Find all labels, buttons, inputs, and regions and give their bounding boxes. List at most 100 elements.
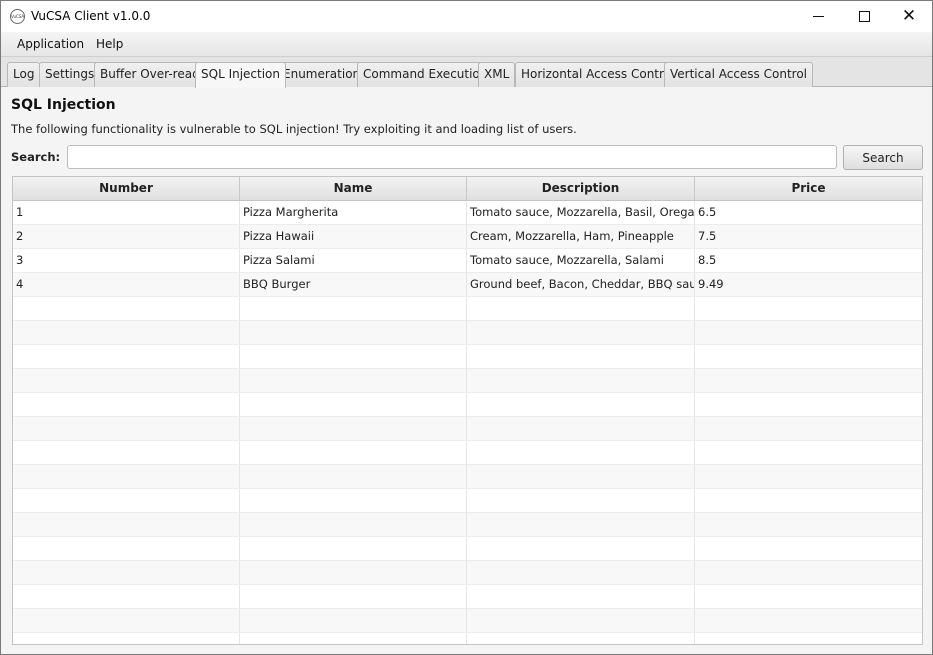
cell-name — [240, 489, 467, 512]
close-button[interactable]: ✕ — [886, 1, 932, 32]
cell-name — [240, 465, 467, 488]
cell-name — [240, 345, 467, 368]
column-header-number[interactable]: Number — [13, 177, 240, 200]
cell-number — [13, 321, 240, 344]
cell-number — [13, 441, 240, 464]
cell-description: Ground beef, Bacon, Cheddar, BBQ sauc... — [467, 273, 695, 296]
menu-bar: Application Help — [1, 32, 932, 57]
tab-buffer-over-read[interactable]: Buffer Over-read — [94, 62, 206, 87]
search-input[interactable] — [67, 145, 837, 169]
menu-application[interactable]: Application — [17, 37, 84, 51]
cell-number — [13, 345, 240, 368]
search-button[interactable]: Search — [843, 145, 923, 170]
cell-name — [240, 561, 467, 584]
table-row[interactable]: 4 BBQ Burger Ground beef, Bacon, Cheddar, … — [13, 273, 922, 297]
empty-table-row[interactable] — [13, 513, 922, 537]
column-header-description[interactable]: Description — [467, 177, 695, 200]
empty-table-row[interactable] — [13, 489, 922, 513]
cell-number: 1 — [13, 201, 240, 224]
empty-table-row[interactable] — [13, 465, 922, 489]
empty-table-row[interactable] — [13, 393, 922, 417]
cell-description — [467, 465, 695, 488]
tab-command-execution[interactable]: Command Execution — [357, 62, 494, 87]
cell-number: 3 — [13, 249, 240, 272]
cell-number — [13, 513, 240, 536]
tab-xml[interactable]: XML — [478, 62, 516, 87]
cell-description — [467, 393, 695, 416]
cell-description — [467, 489, 695, 512]
table-row[interactable]: 3 Pizza Salami Tomato sauce, Mozzarella, S… — [13, 249, 922, 273]
cell-name — [240, 297, 467, 320]
cell-name: Pizza Hawaii — [240, 225, 467, 248]
cell-price — [695, 417, 922, 440]
tab-bar: Log Settings Buffer Over-read SQL Inject… — [1, 57, 932, 88]
empty-table-row[interactable] — [13, 561, 922, 585]
cell-price — [695, 561, 922, 584]
empty-table-row[interactable] — [13, 585, 922, 609]
tab-vertical-access-control[interactable]: Vertical Access Control — [664, 62, 814, 87]
cell-number — [13, 369, 240, 392]
cell-name — [240, 633, 467, 644]
cell-name — [240, 513, 467, 536]
cell-description — [467, 633, 695, 644]
table-row[interactable]: 1 Pizza Margherita Tomato sauce, Mozzarell… — [13, 201, 922, 225]
cell-description — [467, 585, 695, 608]
cell-name — [240, 369, 467, 392]
cell-description: Cream, Mozzarella, Ham, Pineapple — [467, 225, 695, 248]
empty-table-row[interactable] — [13, 609, 922, 633]
cell-price — [695, 585, 922, 608]
empty-table-row[interactable] — [13, 633, 922, 644]
cell-description — [467, 513, 695, 536]
minimize-button[interactable] — [795, 1, 841, 32]
cell-price — [695, 537, 922, 560]
sql-injection-panel: SQL Injection The following functionalit… — [1, 87, 932, 654]
cell-name — [240, 537, 467, 560]
cell-name: BBQ Burger — [240, 273, 467, 296]
cell-price — [695, 489, 922, 512]
cell-price: 9.49 — [698, 277, 724, 291]
tab-log[interactable]: Log — [7, 62, 41, 87]
tab-settings[interactable]: Settings — [39, 62, 101, 87]
column-header-name[interactable]: Name — [240, 177, 467, 200]
cell-price: 8.5 — [698, 253, 717, 267]
tab-enumeration[interactable]: Enumeration — [277, 62, 367, 87]
cell-price — [695, 369, 922, 392]
cell-number — [13, 585, 240, 608]
empty-table-row[interactable] — [13, 441, 922, 465]
empty-table-row[interactable] — [13, 417, 922, 441]
empty-table-row[interactable] — [13, 369, 922, 393]
empty-table-row[interactable] — [13, 345, 922, 369]
panel-heading: SQL Injection — [11, 97, 116, 113]
table-row[interactable]: 2 Pizza Hawaii Cream, Mozzarella, Ham, Pin… — [13, 225, 922, 249]
cell-name: Pizza Salami — [240, 249, 467, 272]
cell-price — [695, 321, 922, 344]
cell-number — [13, 465, 240, 488]
empty-table-row[interactable] — [13, 321, 922, 345]
menu-help[interactable]: Help — [96, 37, 123, 51]
tab-sql-injection[interactable]: SQL Injection — [195, 62, 287, 88]
maximize-button[interactable] — [841, 1, 887, 32]
cell-description — [467, 441, 695, 464]
column-header-price[interactable]: Price — [695, 177, 922, 200]
cell-name — [240, 585, 467, 608]
empty-table-row[interactable] — [13, 297, 922, 321]
cell-number: 4 — [13, 273, 240, 296]
cell-number — [13, 417, 240, 440]
cell-number: 2 — [13, 225, 240, 248]
cell-description — [467, 417, 695, 440]
close-icon: ✕ — [901, 6, 917, 26]
cell-number — [13, 633, 240, 644]
empty-table-row[interactable] — [13, 537, 922, 561]
products-table: Number Name Description Price 1 Pizza Mar… — [12, 176, 923, 645]
tab-horizontal-access-control[interactable]: Horizontal Access Control — [515, 62, 681, 87]
cell-number — [13, 393, 240, 416]
cell-description — [467, 297, 695, 320]
panel-description: The following functionality is vulnerabl… — [11, 122, 577, 136]
maximize-icon — [858, 11, 870, 22]
cell-description — [467, 369, 695, 392]
app-logo-icon: VuCSA — [10, 9, 25, 24]
cell-price: 7.5 — [698, 229, 717, 243]
cell-price — [695, 393, 922, 416]
cell-name: Pizza Margherita — [240, 201, 467, 224]
cell-name — [240, 441, 467, 464]
